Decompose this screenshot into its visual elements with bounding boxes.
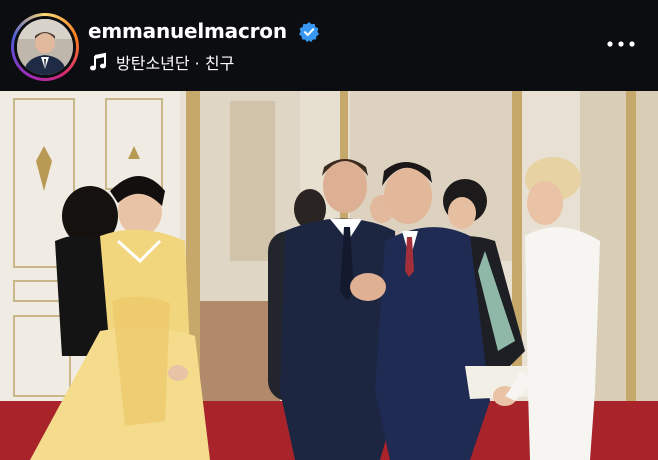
music-attribution[interactable]: 방탄소년단 · 친구 — [88, 50, 234, 74]
post-photo[interactable] — [0, 91, 658, 460]
more-options-icon[interactable] — [606, 36, 636, 52]
music-note-icon — [90, 52, 106, 71]
verified-badge-icon — [299, 22, 319, 42]
music-label: 방탄소년단 · 친구 — [116, 54, 235, 73]
username[interactable]: emmanuelmacron — [88, 19, 287, 43]
story-ring[interactable] — [11, 13, 79, 81]
post-header: emmanuelmacron 방탄소년단 · 친구 — [0, 0, 658, 91]
profile-avatar[interactable] — [17, 19, 73, 75]
